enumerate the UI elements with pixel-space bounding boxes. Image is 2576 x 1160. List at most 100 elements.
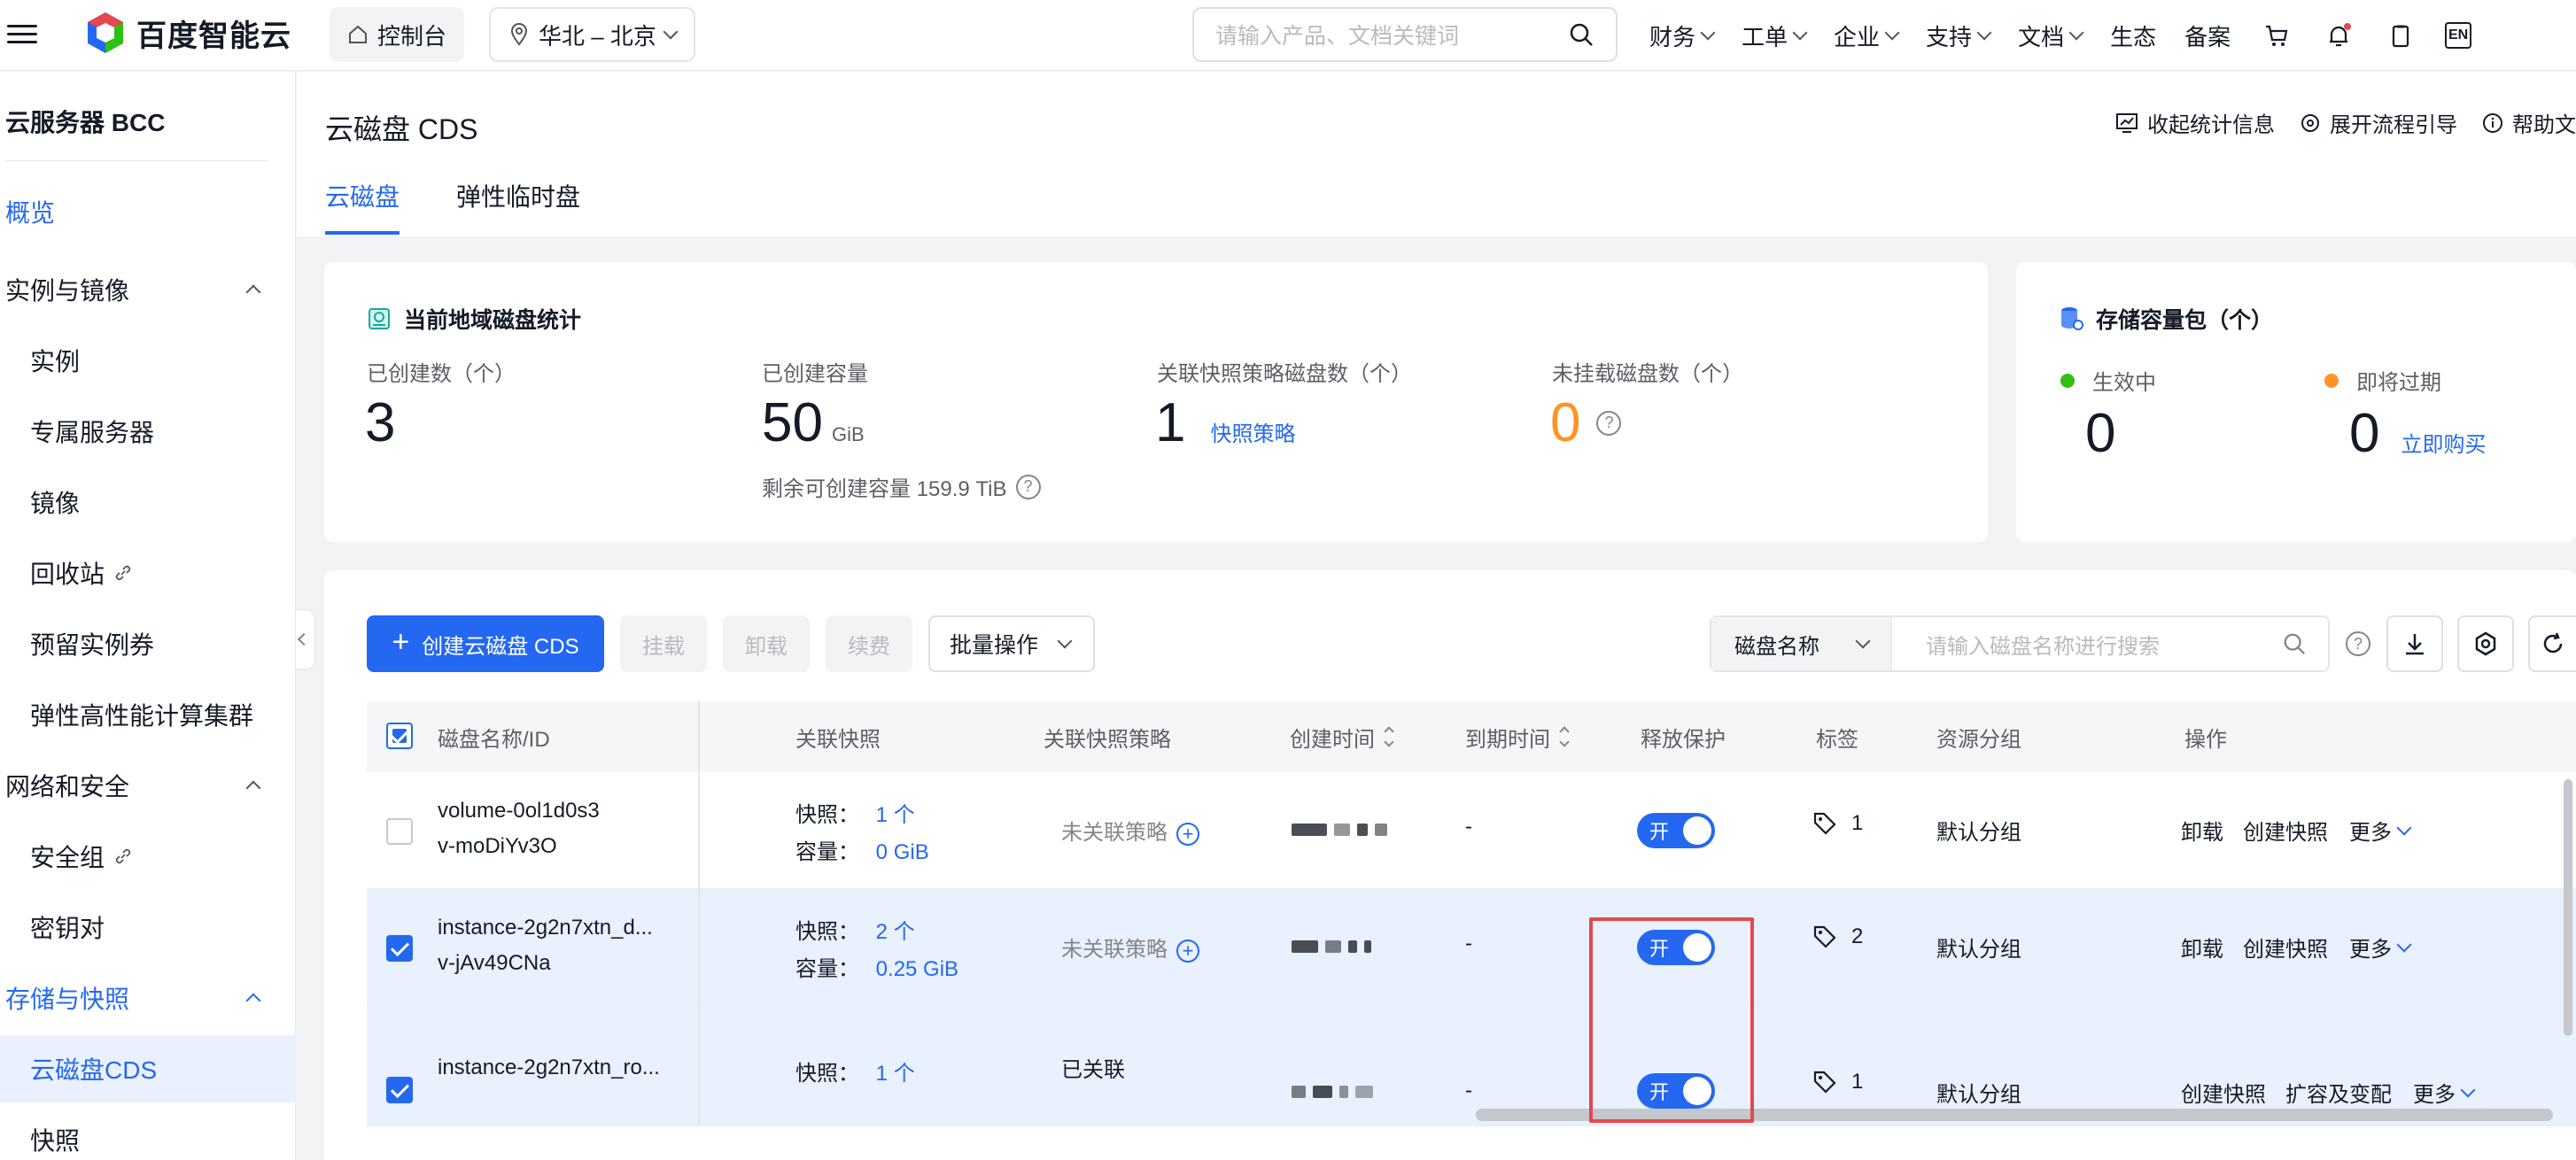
nav-docs[interactable]: 文档 [2018, 19, 2084, 52]
select-all-checkbox[interactable] [386, 723, 413, 749]
row-checkbox[interactable] [386, 935, 413, 962]
sidebar-item-dedicated[interactable]: 专属服务器 [0, 398, 296, 465]
pagination-area [367, 1126, 2576, 1160]
nav-enterprise[interactable]: 企业 [1834, 19, 1900, 52]
sidebar-group-instances[interactable]: 实例与镜像 [0, 256, 296, 323]
plus-icon: + [392, 625, 410, 659]
unmounted-count[interactable]: 0 [1550, 391, 1580, 454]
mount-button[interactable]: 挂载 [620, 615, 707, 672]
sidebar-item-cds[interactable]: 云磁盘CDS [0, 1035, 296, 1102]
snapshot-count-link[interactable]: 1 个 [876, 803, 915, 827]
settings-button[interactable] [2457, 615, 2514, 672]
tag-count-value: 1 [1851, 1070, 1864, 1094]
release-protect-toggle[interactable]: 开 [1637, 813, 1715, 848]
sidebar-item-label: 云磁盘CDS [30, 1056, 158, 1084]
search-icon[interactable] [1568, 21, 1594, 48]
expand-guide-button[interactable]: 展开流程引导 [2300, 107, 2457, 138]
collapse-stats-button[interactable]: 收起统计信息 [2115, 107, 2275, 138]
nav-ticket[interactable]: 工单 [1742, 19, 1808, 52]
sidebar-item-keypair[interactable]: 密钥对 [0, 893, 296, 961]
nav-support[interactable]: 支持 [1926, 19, 1992, 52]
disk-name-link[interactable]: instance-2g2n7xtn_d... [438, 916, 653, 940]
renew-button[interactable]: 续费 [826, 615, 912, 672]
download-button[interactable] [2386, 615, 2443, 672]
disk-stats-title: 当前地域磁盘统计 [404, 308, 582, 333]
add-policy-icon[interactable]: + [1176, 822, 1199, 846]
location-pin-icon [510, 23, 528, 46]
sidebar-item-snapshot[interactable]: 快照 [0, 1106, 296, 1160]
batch-operation-dropdown[interactable]: 批量操作 [928, 615, 1095, 672]
search-field-select[interactable]: 磁盘名称 [1711, 617, 1892, 670]
snapshot-count-link[interactable]: 2 个 [876, 920, 915, 944]
sidebar-item-images[interactable]: 镜像 [0, 468, 296, 536]
buy-now-link[interactable]: 立即购买 [2401, 433, 2486, 457]
storage-pack-card: 存储容量包（个） 生效中 0 即将过期 0 立即购买 [2016, 262, 2576, 542]
unmount-button[interactable]: 卸载 [723, 615, 810, 672]
help-doc-button[interactable]: 帮助文 [2482, 107, 2576, 138]
unmount-action[interactable]: 卸载 [2181, 932, 2223, 963]
tag-count[interactable]: 2 [1812, 924, 1863, 949]
nav-ecosystem[interactable]: 生态 [2110, 19, 2156, 52]
sidebar-item-instances[interactable]: 实例 [0, 327, 296, 394]
col-created-label: 创建时间 [1290, 727, 1375, 752]
help-icon[interactable]: ? [1015, 474, 1041, 499]
sidebar-item-overview[interactable]: 概览 [0, 178, 296, 245]
menu-icon[interactable] [7, 19, 37, 50]
help-icon[interactable]: ? [2346, 631, 2370, 656]
create-snapshot-action[interactable]: 创建快照 [2181, 1077, 2266, 1108]
tag-count[interactable]: 1 [1812, 1070, 1863, 1094]
region-selector[interactable]: 华北 – 北京 [489, 7, 695, 62]
resize-action[interactable]: 扩容及变配 [2285, 1077, 2392, 1108]
nav-finance[interactable]: 财务 [1649, 19, 1716, 52]
clipboard-icon[interactable] [2383, 18, 2418, 53]
resource-group: 默认分组 [1936, 821, 2021, 845]
sidebar-item-recycle[interactable]: 回收站 [0, 539, 296, 607]
row-checkbox[interactable] [386, 818, 413, 845]
create-snapshot-action[interactable]: 创建快照 [2243, 932, 2328, 963]
more-actions[interactable]: 更多 [2349, 932, 2412, 963]
language-label: EN [2448, 27, 2469, 43]
add-policy-icon[interactable]: + [1176, 939, 1199, 963]
search-icon[interactable] [2282, 631, 2307, 656]
unmount-action[interactable]: 卸载 [2181, 815, 2223, 846]
more-actions[interactable]: 更多 [2349, 815, 2412, 846]
sidebar-item-label: 实例 [30, 348, 81, 375]
global-search-input[interactable]: 请输入产品、文档关键词 [1192, 7, 1618, 62]
sidebar-item-hpc[interactable]: 弹性高性能计算集群 [0, 681, 296, 748]
more-actions[interactable]: 更多 [2413, 1077, 2476, 1108]
create-cds-button[interactable]: + 创建云磁盘 CDS [367, 615, 604, 672]
row-checkbox[interactable] [386, 1077, 413, 1103]
nav-filing[interactable]: 备案 [2184, 19, 2231, 52]
language-icon[interactable]: EN [2445, 22, 2472, 49]
cart-icon[interactable] [2259, 18, 2294, 53]
expand-guide-label: 展开流程引导 [2330, 113, 2457, 137]
disk-name-link[interactable]: volume-0ol1d0s3 [438, 799, 600, 824]
tab-ephemeral-disk[interactable]: 弹性临时盘 [456, 178, 580, 235]
chevron-down-icon [1792, 25, 1808, 41]
sidebar-collapse-button[interactable] [296, 609, 315, 669]
indeterminate-mark [392, 729, 407, 743]
snapshot-count: 快照： 1 个 [795, 1056, 915, 1087]
disk-name-link[interactable]: instance-2g2n7xtn_ro... [438, 1056, 660, 1080]
brand-logo[interactable]: 百度智能云 [85, 11, 291, 55]
tab-cloud-disk[interactable]: 云磁盘 [325, 178, 400, 235]
col-created[interactable]: 创建时间 [1290, 701, 1394, 772]
snapshot-count-link[interactable]: 1 个 [876, 1062, 915, 1086]
sidebar-group-storage[interactable]: 存储与快照 [0, 964, 296, 1032]
nav-ticket-label: 工单 [1742, 23, 1788, 50]
refresh-button[interactable] [2528, 615, 2576, 672]
create-snapshot-action[interactable]: 创建快照 [2243, 815, 2328, 846]
col-expire[interactable]: 到期时间 [1465, 701, 1570, 772]
help-icon[interactable]: ? [1596, 410, 1622, 436]
remaining-capacity-text: 剩余可创建容量 159.9 TiB [762, 477, 1007, 501]
snapshot-count: 快照： 1 个 [795, 797, 915, 828]
sidebar-item-reserved[interactable]: 预留实例券 [0, 610, 296, 677]
sidebar-item-security-group[interactable]: 安全组 [0, 823, 296, 890]
vertical-scrollbar[interactable] [2564, 779, 2572, 1036]
tag-count[interactable]: 1 [1812, 811, 1863, 836]
snapshot-policy-link[interactable]: 快照策略 [1210, 422, 1295, 446]
sidebar-group-network[interactable]: 网络和安全 [0, 752, 296, 819]
disk-search-input[interactable]: 请输入磁盘名称进行搜索 [1892, 629, 2282, 660]
bell-icon[interactable] [2321, 18, 2356, 53]
console-button[interactable]: 控制台 [330, 7, 465, 62]
